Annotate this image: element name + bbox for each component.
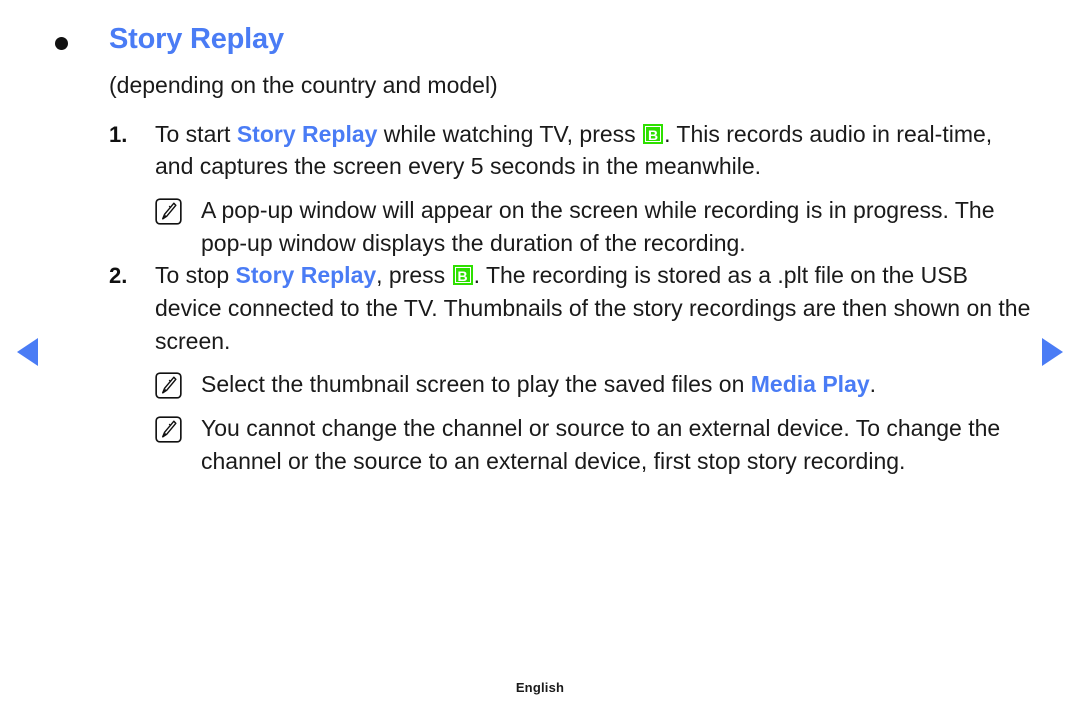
feature-link[interactable]: Story Replay	[236, 262, 377, 288]
remote-key-b-icon: B	[452, 265, 473, 286]
note-pencil-icon	[155, 416, 182, 443]
section-heading: Story Replay	[55, 22, 1040, 57]
remote-key-b-icon: B	[643, 123, 664, 144]
note-text: A pop-up window will appear on the scree…	[201, 197, 995, 256]
note-item: Select the thumbnail screen to play the …	[155, 368, 1040, 401]
page-title: Story Replay	[109, 23, 284, 55]
section-subnote: (depending on the country and model)	[109, 72, 498, 99]
step-item: 2. To stop Story Replay, press B. The rec…	[55, 259, 1040, 357]
step-item: 1. To start Story Replay while watching T…	[55, 118, 1040, 183]
feature-link[interactable]: Story Replay	[237, 121, 378, 147]
note-item: You cannot change the channel or source …	[155, 412, 1040, 477]
note-pencil-icon	[155, 372, 182, 400]
step-number: 2.	[109, 263, 128, 289]
feature-link[interactable]: Media Play	[751, 371, 870, 397]
steps-list: 1. To start Story Replay while watching T…	[55, 118, 1040, 478]
step-text: To start Story Replay while watching TV,…	[155, 120, 993, 180]
footer-language: English	[515, 680, 565, 695]
step-text: To stop Story Replay, press B. The recor…	[155, 262, 1031, 354]
note-item: A pop-up window will appear on the scree…	[155, 194, 1040, 259]
bullet-icon	[55, 37, 68, 50]
manual-page: Story Replay (depending on the country a…	[0, 0, 1080, 705]
note-text: You cannot change the channel or source …	[201, 415, 1001, 474]
step-number: 1.	[109, 121, 128, 147]
page-content: Story Replay (depending on the country a…	[0, 0, 1080, 477]
note-pencil-icon	[155, 198, 182, 225]
note-text: Select the thumbnail screen to play the …	[201, 371, 877, 398]
